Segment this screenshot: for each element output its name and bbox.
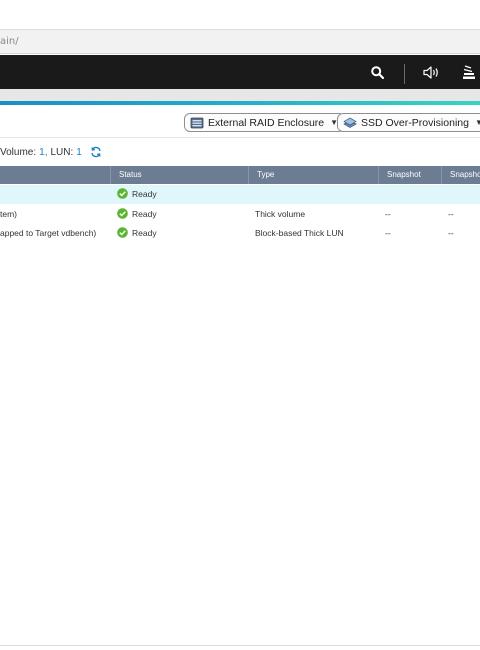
row-snapshot-2: [448, 185, 480, 204]
row-status: Ready: [132, 189, 157, 199]
header-divider: [404, 64, 405, 84]
column-header-name[interactable]: [0, 166, 110, 184]
row-status: Ready: [132, 228, 157, 238]
toolbar: External RAID Enclosure ▼ SSD Over-Provi…: [0, 106, 480, 138]
lun-count: 1: [76, 146, 82, 158]
header-subband: [0, 89, 480, 101]
table-header: Status Type Snapshot Snapsho: [0, 166, 480, 184]
volume-count: 1,: [39, 146, 48, 158]
volume-label: Volume:: [0, 146, 37, 158]
table-row[interactable]: tem) Ready Thick volume -- --: [0, 205, 480, 224]
accent-line: [0, 101, 480, 105]
refresh-icon[interactable]: [90, 146, 102, 158]
table-row[interactable]: apped to Target vdbench) Ready Block-bas…: [0, 224, 480, 243]
row-name: [0, 185, 110, 204]
bottom-divider: [0, 645, 480, 646]
search-button[interactable]: [366, 55, 388, 89]
ready-check-icon: [117, 188, 128, 199]
stack-icon: [463, 64, 475, 79]
row-snapshot: --: [385, 209, 391, 219]
ready-check-icon: [117, 227, 128, 238]
volume-icon: [423, 65, 438, 79]
raid-enclosure-icon: [190, 117, 204, 128]
column-header-snapshot-2[interactable]: Snapsho: [441, 166, 480, 184]
external-raid-enclosure-label: External RAID Enclosure: [208, 116, 325, 129]
ssd-over-provisioning-label: SSD Over-Provisioning: [361, 116, 469, 129]
ssd-over-provisioning-button[interactable]: SSD Over-Provisioning ▼: [337, 113, 480, 132]
column-header-type[interactable]: Type: [248, 166, 378, 184]
search-icon: [370, 65, 384, 79]
lun-label: LUN:: [50, 146, 74, 158]
row-type: Block-based Thick LUN: [255, 228, 344, 238]
row-type: Thick volume: [255, 209, 306, 219]
ssd-icon: [343, 117, 357, 128]
url-text: ain/: [0, 36, 19, 47]
volume-button[interactable]: [420, 55, 444, 89]
row-snapshot: [385, 185, 440, 204]
stack-button[interactable]: [458, 55, 480, 89]
table-row[interactable]: Ready: [0, 185, 480, 204]
ready-check-icon: [117, 208, 128, 219]
row-name: tem): [0, 209, 17, 219]
row-snapshot-2: --: [448, 209, 454, 219]
column-header-status[interactable]: Status: [110, 166, 248, 184]
row-name: apped to Target vdbench): [0, 228, 97, 238]
column-header-snapshot[interactable]: Snapshot: [378, 166, 441, 184]
storage-summary: Volume: 1, LUN: 1: [0, 144, 102, 160]
app-header: [0, 55, 480, 89]
row-type: [255, 185, 375, 204]
row-snapshot-2: --: [448, 228, 454, 238]
row-snapshot: --: [385, 228, 391, 238]
chevron-down-icon: ▼: [474, 118, 480, 127]
browser-tab-strip: [0, 0, 480, 30]
address-bar[interactable]: ain/: [0, 30, 480, 54]
external-raid-enclosure-button[interactable]: External RAID Enclosure ▼: [184, 113, 346, 132]
row-status: Ready: [132, 209, 157, 219]
